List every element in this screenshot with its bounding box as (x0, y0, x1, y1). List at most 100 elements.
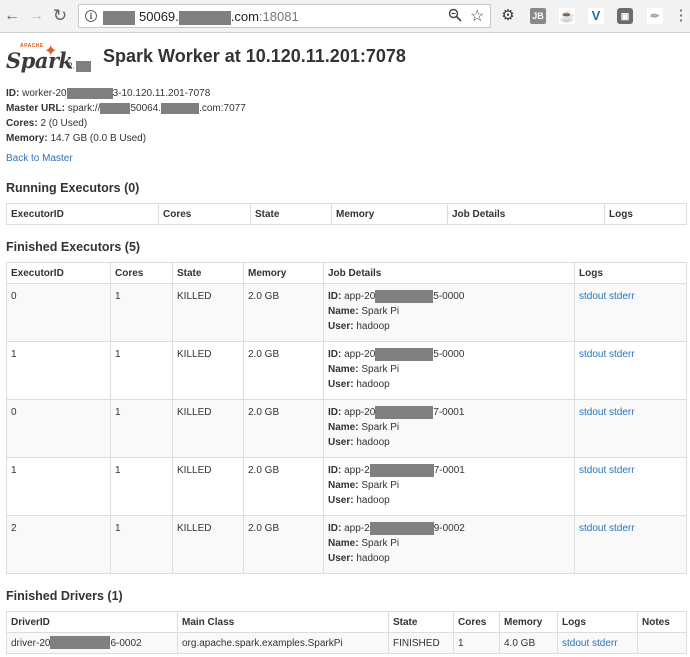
column-header[interactable]: Main Class (177, 611, 389, 633)
forward-arrow-icon[interactable]: → (26, 6, 46, 26)
executor-id-cell: 0 (6, 283, 111, 342)
table-header-row: ExecutorID Cores State Memory Job Detail… (6, 203, 687, 225)
cores-cell: 1 (110, 341, 173, 400)
column-header[interactable]: Memory (243, 262, 324, 284)
redaction-block (369, 521, 434, 535)
column-header[interactable]: Logs (604, 203, 687, 225)
state-cell: KILLED (172, 457, 244, 516)
table-row: 0 1 KILLED 2.0 GB ID: app-20 5-0000 Name: Spar… (6, 283, 687, 342)
extension-square-icon[interactable]: ▣ (617, 8, 633, 24)
address-bar[interactable]: i 50069. .com:18081 ☆ (78, 4, 491, 28)
state-cell: KILLED (172, 515, 244, 574)
column-header[interactable]: Cores (110, 262, 173, 284)
worker-info-list: ID: worker-20 3-10.120.11.201-7078 Master… (6, 86, 246, 146)
extension-v-icon[interactable]: V (588, 8, 604, 24)
app-name-line: Name: Spark Pi (328, 364, 400, 375)
extension-jb-icon[interactable]: JB (530, 8, 546, 24)
stdout-link[interactable]: stdout (579, 523, 606, 534)
back-to-master-link[interactable]: Back to Master (6, 153, 73, 164)
column-header[interactable]: State (250, 203, 332, 225)
logo-spark-text: Spark (6, 48, 73, 73)
app-id-line: ID: app-20 7-0001 (328, 405, 465, 419)
column-header[interactable]: Job Details (323, 262, 575, 284)
app-id-line: ID: app-2 7-0001 (328, 463, 465, 477)
menu-dots-icon[interactable]: ⋮ (671, 6, 690, 26)
spark-logo: APACHE Spark ✦ (6, 41, 73, 75)
column-header[interactable]: Memory (331, 203, 448, 225)
memory-cell: 4.0 GB (499, 632, 558, 654)
bookmark-star-icon[interactable]: ☆ (470, 6, 484, 26)
job-details-cell: ID: app-2 7-0001 Name: Spark Pi User: hadoo… (323, 457, 575, 516)
job-details-cell: ID: app-20 7-0001 Name: Spark Pi User: hado… (323, 399, 575, 458)
table-row: 1 1 KILLED 2.0 GB ID: app-2 7-0001 Name: Spark… (6, 457, 687, 516)
memory-cell: 2.0 GB (243, 341, 324, 400)
site-info-icon[interactable]: i (85, 10, 97, 22)
notes-cell (637, 632, 687, 654)
app-name-line: Name: Spark Pi (328, 538, 400, 549)
extension-cup-icon[interactable]: ☕ (559, 8, 575, 24)
finished-executors-heading: Finished Executors (5) (6, 240, 141, 254)
stdout-link[interactable]: stdout (579, 407, 606, 418)
zoom-icon[interactable] (448, 8, 462, 25)
logs-cell: stdout stderr (557, 632, 638, 654)
column-header[interactable]: ExecutorID (6, 203, 159, 225)
column-header[interactable]: State (388, 611, 454, 633)
app-name-line: Name: Spark Pi (328, 480, 400, 491)
stderr-link[interactable]: stderr (609, 407, 635, 418)
executor-id-cell: 1 (6, 341, 111, 400)
column-header[interactable]: Memory (499, 611, 558, 633)
column-header[interactable]: Cores (158, 203, 251, 225)
state-cell: KILLED (172, 399, 244, 458)
stdout-link[interactable]: stdout (579, 349, 606, 360)
url-text: 50069. .com:18081 (103, 9, 299, 25)
extension-pen-icon[interactable]: ✒ (647, 8, 663, 24)
cores-cell: 1 (110, 457, 173, 516)
stderr-link[interactable]: stderr (609, 349, 635, 360)
column-header[interactable]: DriverID (6, 611, 178, 633)
redaction-block (375, 405, 434, 419)
table-row: 0 1 KILLED 2.0 GB ID: app-20 7-0001 Name: Spar… (6, 399, 687, 458)
back-arrow-icon[interactable]: ← (2, 6, 22, 26)
memory-cell: 2.0 GB (243, 457, 324, 516)
column-header[interactable]: Logs (557, 611, 638, 633)
logs-cell: stdout stderr (574, 341, 687, 400)
reload-icon[interactable]: ↻ (50, 6, 70, 26)
job-details-cell: ID: app-20 5-0000 Name: Spark Pi User: hado… (323, 341, 575, 400)
column-header[interactable]: State (172, 262, 244, 284)
stderr-link[interactable]: stderr (592, 638, 618, 649)
page-title: Spark Worker at 10.120.11.201:7078 (103, 46, 406, 66)
table-header-row: DriverID Main Class State Cores Memory L… (6, 611, 687, 633)
redaction-block (375, 289, 434, 303)
memory-cell: 2.0 GB (243, 283, 324, 342)
cores-cell: 1 (110, 283, 173, 342)
app-name-line: Name: Spark Pi (328, 422, 400, 433)
stdout-link[interactable]: stdout (579, 291, 606, 302)
finished-drivers-table: DriverID Main Class State Cores Memory L… (6, 611, 687, 654)
logs-cell: stdout stderr (574, 457, 687, 516)
redaction-block (66, 87, 113, 99)
column-header[interactable]: Logs (574, 262, 687, 284)
stdout-link[interactable]: stdout (579, 465, 606, 476)
stderr-link[interactable]: stderr (609, 291, 635, 302)
column-header[interactable]: ExecutorID (6, 262, 111, 284)
stdout-link[interactable]: stdout (562, 638, 589, 649)
state-cell: KILLED (172, 283, 244, 342)
executor-id-cell: 2 (6, 515, 111, 574)
worker-memory: Memory: 14.7 GB (0.0 B Used) (6, 133, 147, 144)
app-id-line: ID: app-20 5-0000 (328, 289, 465, 303)
column-header[interactable]: Cores (453, 611, 500, 633)
extension-gear-icon[interactable]: ⚙ (498, 6, 518, 26)
worker-id: ID: worker-20 3-10.120.11.201-7078 (6, 87, 211, 99)
redaction-block (375, 347, 434, 361)
column-header[interactable]: Job Details (447, 203, 605, 225)
worker-cores: Cores: 2 (0 Used) (6, 118, 88, 129)
redaction-block (178, 10, 231, 25)
app-id-line: ID: app-2 9-0002 (328, 521, 465, 535)
driver-id-cell: driver-20 6-0002 (6, 632, 178, 654)
table-header-row: ExecutorID Cores State Memory Job Detail… (6, 262, 687, 284)
master-url: Master URL: spark://50064. .com:7077 (6, 102, 246, 114)
executor-id-cell: 0 (6, 399, 111, 458)
stderr-link[interactable]: stderr (609, 523, 635, 534)
column-header[interactable]: Notes (637, 611, 687, 633)
stderr-link[interactable]: stderr (609, 465, 635, 476)
